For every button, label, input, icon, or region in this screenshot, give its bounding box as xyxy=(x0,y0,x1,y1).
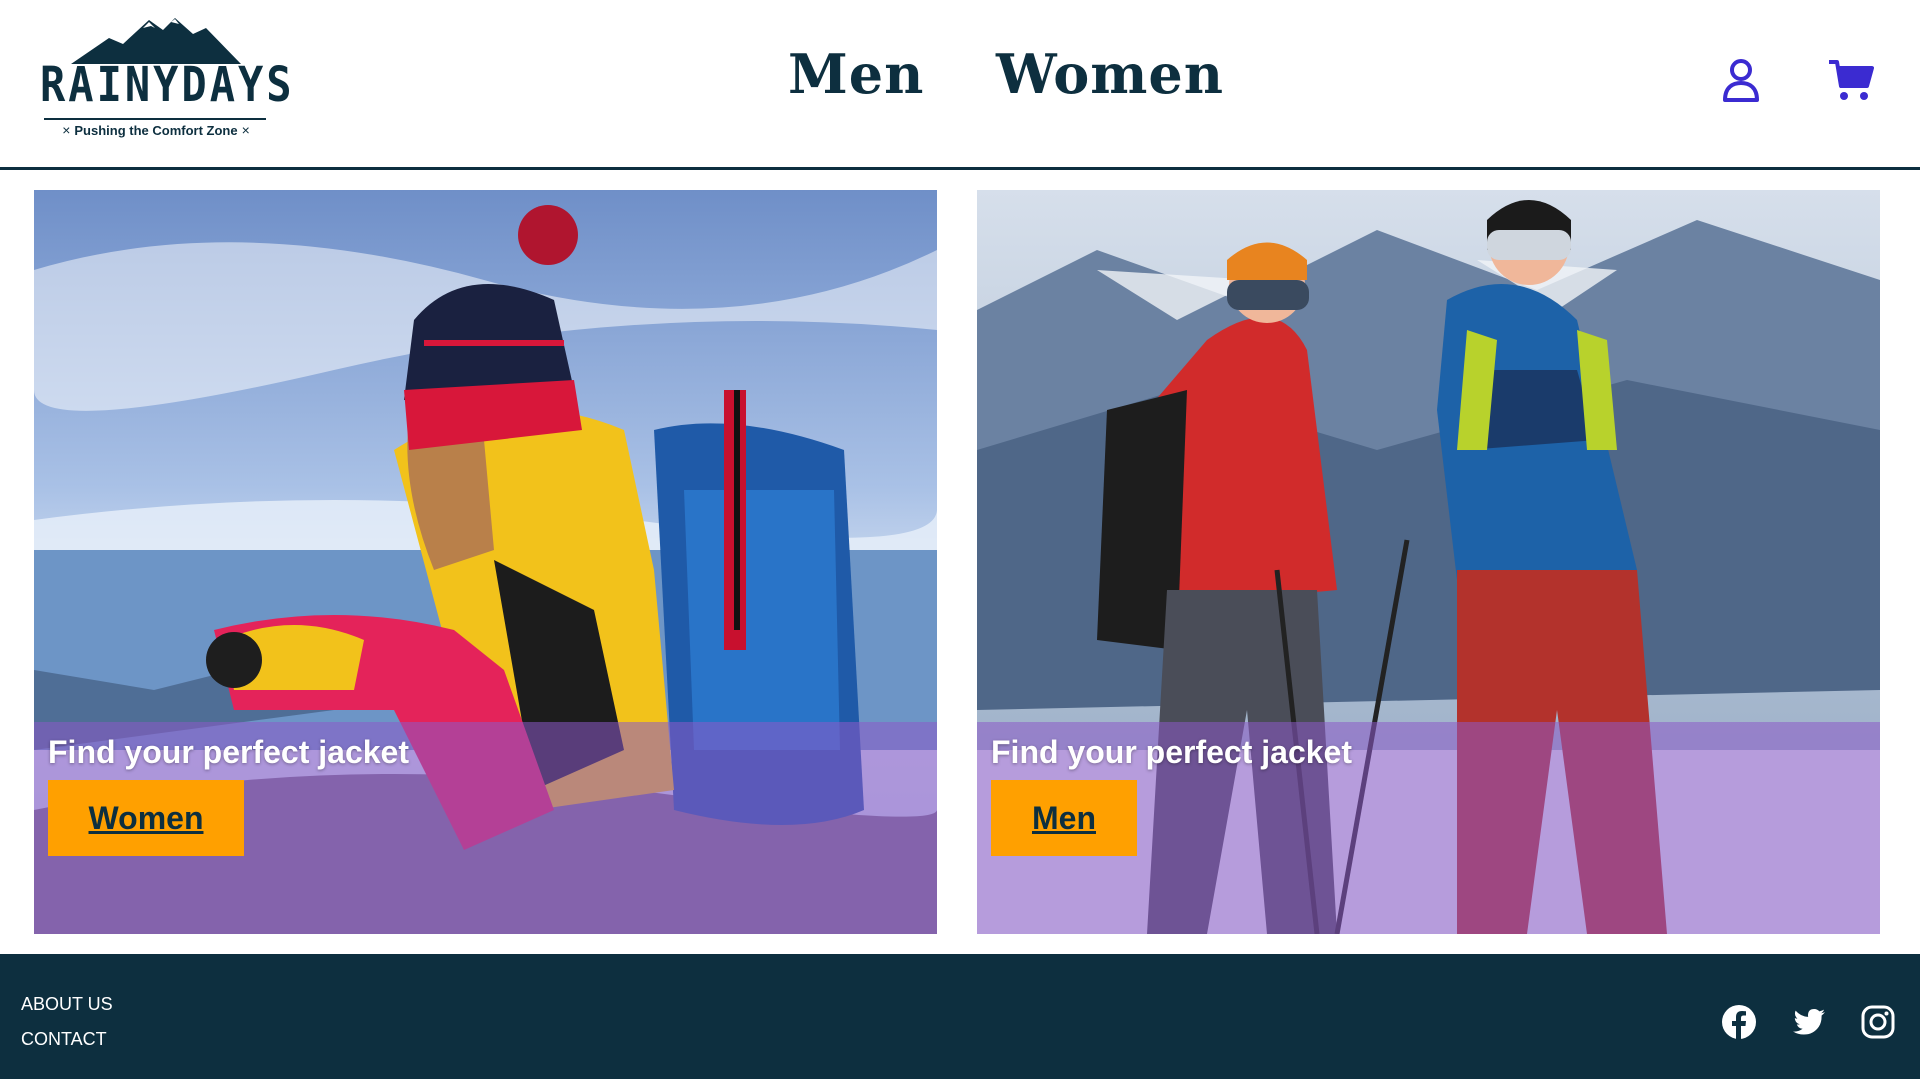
shop-women-button[interactable]: Women xyxy=(48,780,244,856)
tagline-mark-left: × xyxy=(62,122,71,138)
cart-icon[interactable] xyxy=(1827,56,1875,104)
card-headline: Find your perfect jacket xyxy=(991,734,1352,770)
logo-divider xyxy=(44,118,266,120)
site-header: RAINYDAYS × Pushing the Comfort Zone × Men… xyxy=(0,0,1920,170)
site-footer: ABOUT US CONTACT xyxy=(0,954,1920,1079)
nav-men-link[interactable]: Men xyxy=(788,42,924,106)
logo-wordmark: RAINYDAYS xyxy=(40,56,295,113)
tagline-text: Pushing the Comfort Zone xyxy=(74,123,238,138)
logo-tagline: × Pushing the Comfort Zone × xyxy=(36,122,276,138)
shop-men-button[interactable]: Men xyxy=(991,780,1137,856)
user-icon[interactable] xyxy=(1717,56,1765,104)
tagline-mark-right: × xyxy=(241,122,250,138)
twitter-icon[interactable] xyxy=(1791,1004,1827,1040)
card-headline: Find your perfect jacket xyxy=(48,734,409,770)
instagram-icon[interactable] xyxy=(1860,1004,1896,1040)
hero-card-women: Find your perfect jacket Women xyxy=(34,190,937,934)
contact-link[interactable]: CONTACT xyxy=(21,1029,107,1050)
hero-card-men: Find your perfect jacket Men xyxy=(977,190,1880,934)
about-us-link[interactable]: ABOUT US xyxy=(21,994,113,1015)
site-logo[interactable]: RAINYDAYS × Pushing the Comfort Zone × xyxy=(36,16,295,144)
nav-women-link[interactable]: Women xyxy=(996,42,1224,106)
facebook-icon[interactable] xyxy=(1721,1004,1757,1040)
